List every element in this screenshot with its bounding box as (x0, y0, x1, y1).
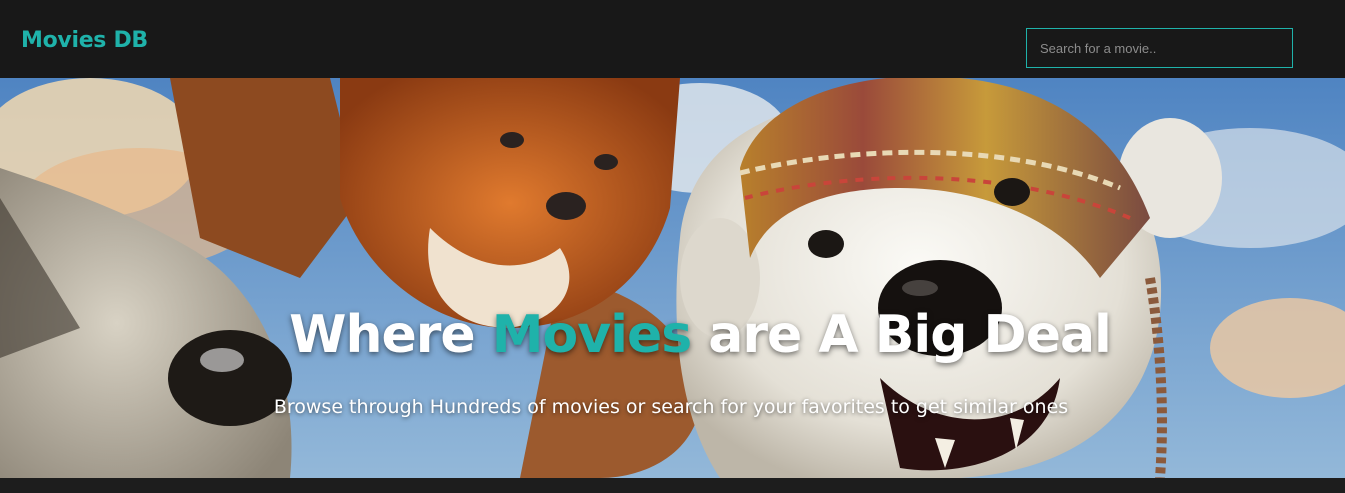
hero-banner: Where Movies are A Big Deal Browse throu… (0, 78, 1345, 478)
brand-logo-link[interactable]: Movies DB (21, 28, 148, 53)
content-area-top (0, 478, 1345, 493)
search-input[interactable] (1026, 28, 1293, 68)
hero-title-suffix: are A Big Deal (708, 305, 1112, 365)
hero-subtitle: Browse through Hundreds of movies or sea… (273, 396, 1069, 418)
hero-title-accent: Movies (491, 305, 692, 365)
hero-title: Where Movies are A Big Deal (0, 305, 1345, 365)
hero-title-prefix: Where (289, 305, 476, 365)
hero-background-image (0, 78, 1345, 478)
navbar: Movies DB (0, 0, 1345, 78)
